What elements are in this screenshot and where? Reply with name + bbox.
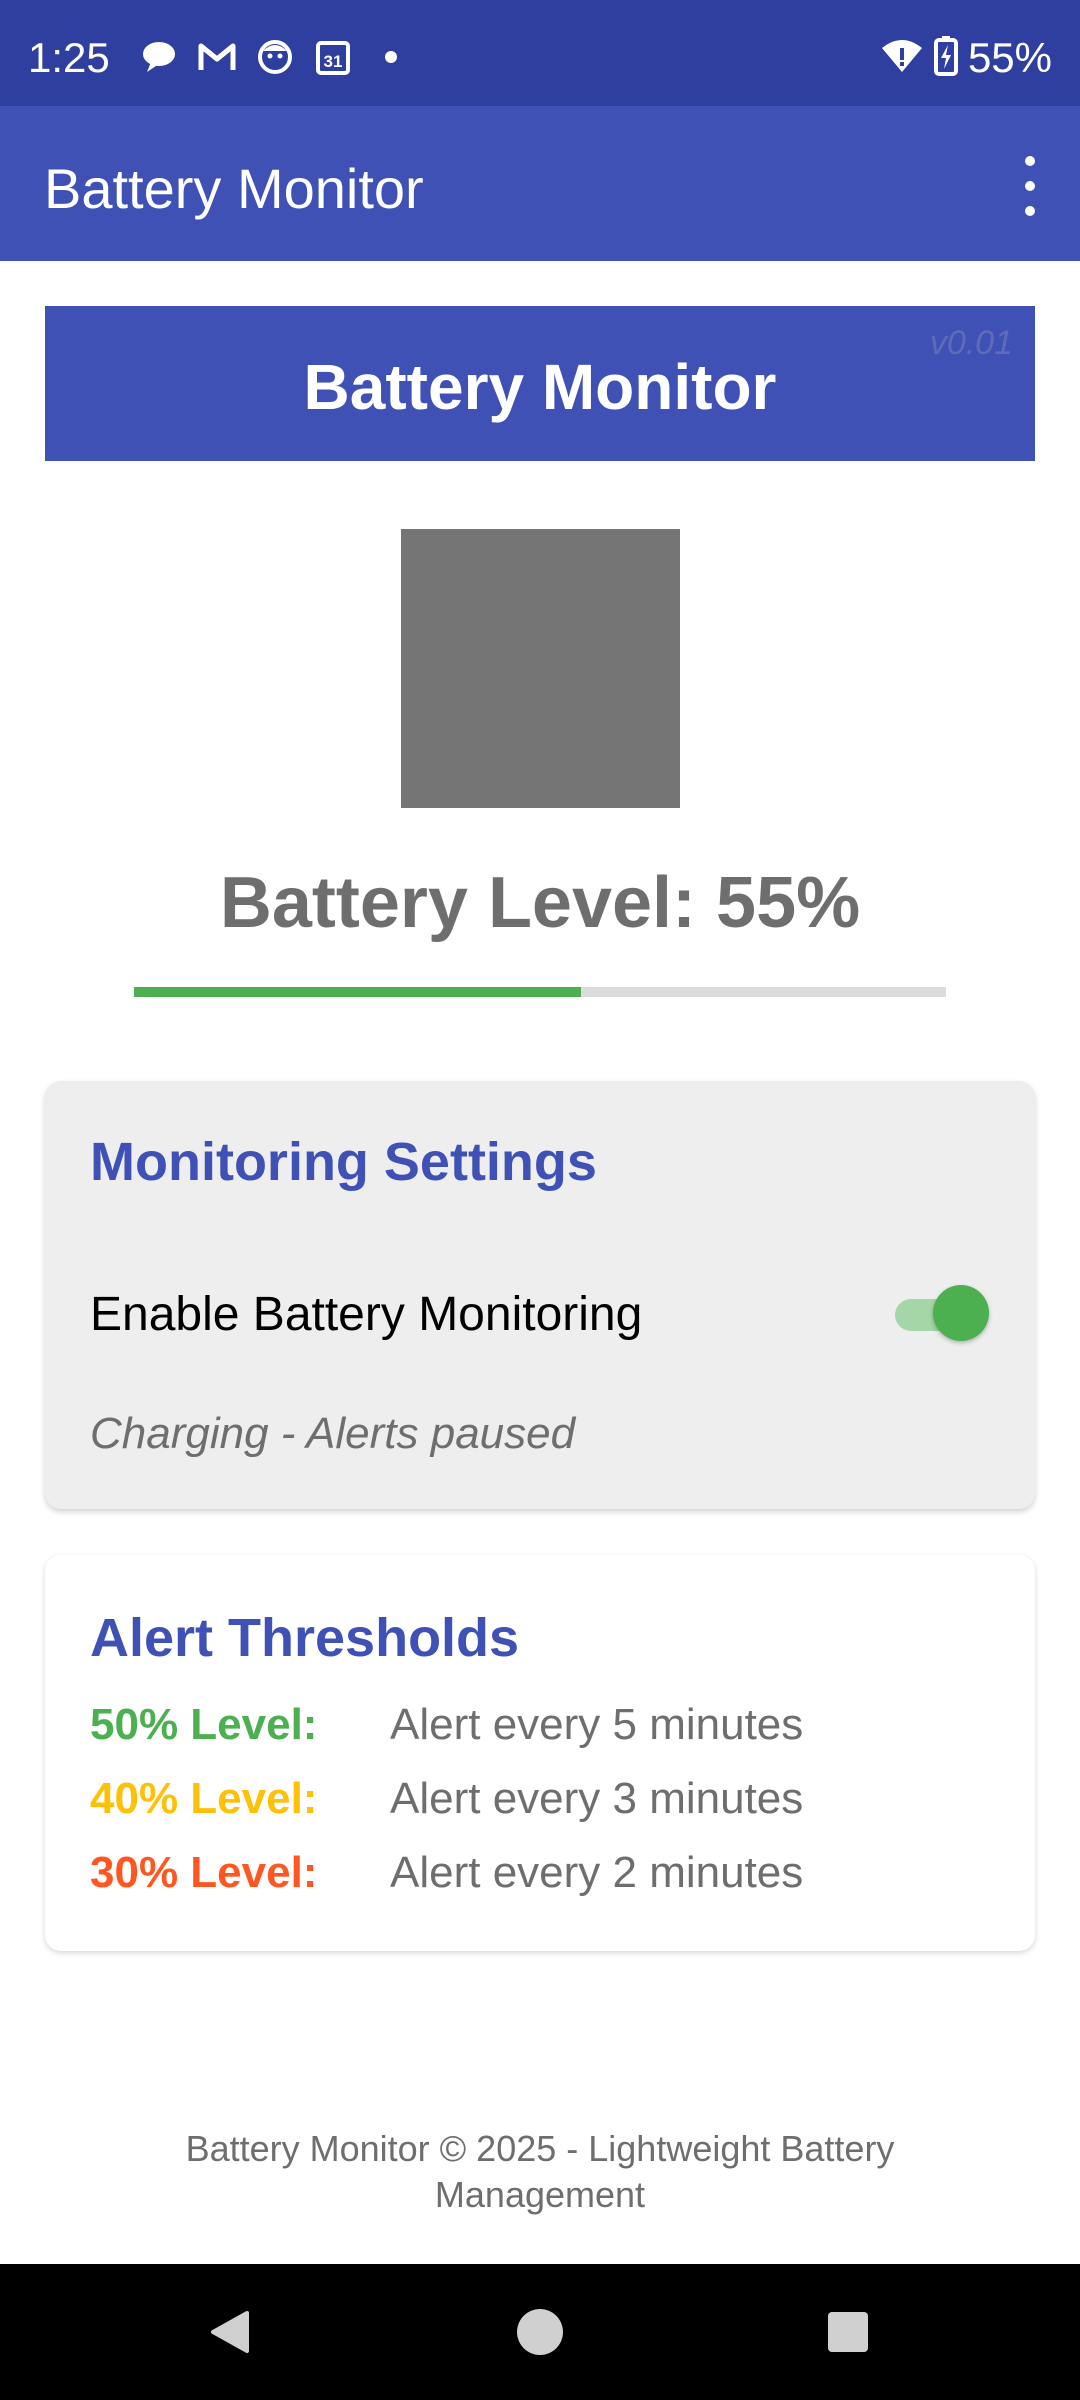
- recents-button[interactable]: [818, 2302, 878, 2362]
- threshold-text: Alert every 2 minutes: [390, 1848, 804, 1897]
- status-bar: 1:25 31 55%: [0, 0, 1080, 106]
- footer-text: Battery Monitor © 2025 - Lightweight Bat…: [185, 2128, 895, 2215]
- notification-icons: 31: [140, 38, 410, 76]
- settings-title: Monitoring Settings: [90, 1132, 597, 1192]
- battery-progress-fill: [134, 987, 581, 997]
- navigation-bar: [0, 2264, 1080, 2400]
- thresholds-title: Alert Thresholds: [90, 1608, 520, 1668]
- threshold-level: 40% Level:: [90, 1774, 318, 1823]
- status-time: 1:25: [28, 34, 110, 81]
- threshold-level: 30% Level:: [90, 1848, 318, 1897]
- threshold-level: 50% Level:: [90, 1700, 318, 1749]
- banner-title: Battery Monitor: [303, 351, 777, 423]
- home-button[interactable]: [510, 2302, 570, 2362]
- battery-charging-icon: [933, 35, 958, 81]
- threshold-row: 30% Level: Alert every 2 minutes: [90, 1848, 803, 1898]
- monitoring-settings-card: Monitoring Settings Enable Battery Monit…: [45, 1081, 1035, 1509]
- battery-percent: 55%: [967, 34, 1052, 81]
- back-button[interactable]: [200, 2302, 260, 2362]
- svg-text:31: 31: [324, 52, 343, 71]
- monitoring-toggle[interactable]: [891, 1281, 989, 1345]
- gmail-icon: [198, 38, 236, 76]
- face-icon: [256, 38, 294, 76]
- threshold-text: Alert every 5 minutes: [390, 1700, 804, 1749]
- app-bar: Battery Monitor: [0, 106, 1080, 261]
- battery-progress-bar: [134, 987, 946, 997]
- overflow-menu-icon[interactable]: [1010, 156, 1050, 216]
- battery-image: [401, 529, 680, 808]
- toggle-label: Enable Battery Monitoring: [90, 1288, 643, 1341]
- status-right: 55%: [880, 34, 1052, 82]
- battery-level-text: Battery Level: 55%: [219, 863, 861, 943]
- wifi-icon: [880, 38, 924, 79]
- calendar-icon: 31: [314, 38, 352, 76]
- threshold-row: 40% Level: Alert every 3 minutes: [90, 1774, 803, 1824]
- version-label: v0.01: [929, 324, 1013, 362]
- app-title: Battery Monitor: [44, 157, 424, 220]
- chat-icon: [140, 38, 178, 76]
- threshold-text: Alert every 3 minutes: [390, 1774, 804, 1823]
- monitoring-status: Charging - Alerts paused: [90, 1409, 576, 1458]
- header-banner: Battery Monitor v0.01: [45, 306, 1035, 461]
- threshold-row: 50% Level: Alert every 5 minutes: [90, 1700, 803, 1750]
- toggle-thumb: [933, 1285, 989, 1341]
- dot-icon: [372, 38, 410, 76]
- alert-thresholds-card: Alert Thresholds 50% Level: Alert every …: [45, 1555, 1035, 1951]
